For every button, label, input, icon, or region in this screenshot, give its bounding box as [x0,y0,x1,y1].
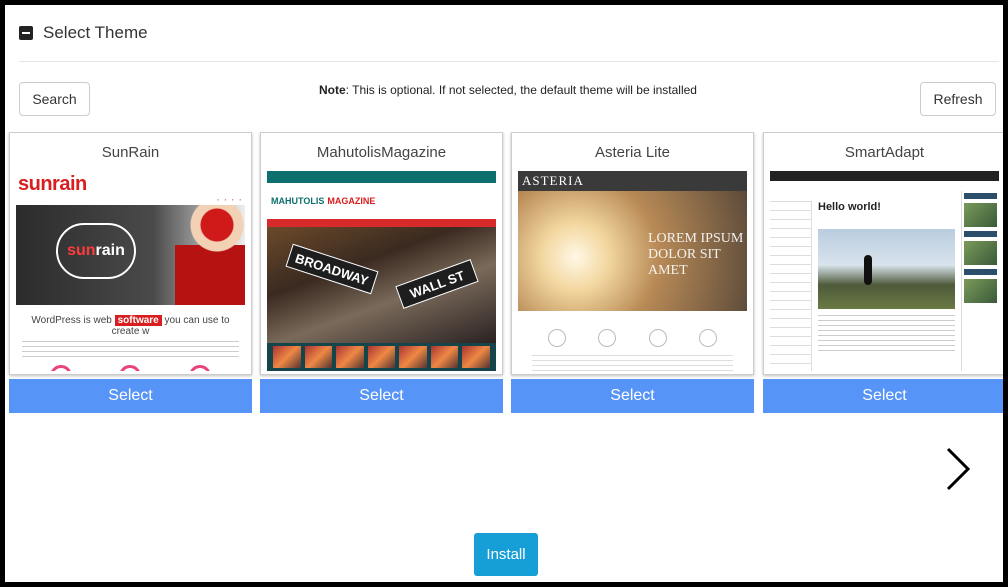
theme-panel: Select Theme Search Note: This is option… [5,5,1003,582]
note-label: Note [319,83,346,97]
panel-title: Select Theme [43,23,148,42]
select-button[interactable]: Select [9,379,252,413]
theme-thumbnail-mahutolismagazine[interactable]: MAHUTOLIS MAGAZINE BROADWAY WALL ST [267,171,496,371]
theme-carousel: SunRain sunrain ▪ ▪ ▪ ▪ sun rain WordPress i… [5,132,1003,417]
broadway-sign: BROADWAY [285,243,379,295]
collapse-icon[interactable] [19,26,33,40]
wallst-sign: WALL ST [395,259,479,309]
sunrain-hero-image: sun rain [16,205,245,305]
select-button[interactable]: Select [260,379,503,413]
theme-name: MahutolisMagazine [316,143,447,161]
asteria-hero-image: LOREM IPSUM DOLOR SIT AMET [518,191,747,311]
note-text: : This is optional. If not selected, the… [345,83,697,97]
panel-header: Select Theme [19,19,148,47]
magazine-logo: MAHUTOLIS MAGAZINE [271,196,376,206]
tagline-highlight: software [114,315,162,326]
theme-card-smartadapt[interactable]: SmartAdapt Hello world! Select [763,132,1003,413]
asteria-logo: ASTERIA [518,171,747,191]
sunrain-tagline: WordPress is web software you can use to… [16,305,245,337]
chevron-right-icon[interactable] [940,445,976,493]
sunrain-cloud-logo: sun rain [56,223,136,279]
sunrain-hero-figure [175,205,245,305]
magazine-hero-image: BROADWAY WALL ST [267,227,496,343]
header-divider [19,61,999,62]
theme-thumbnail-sunrain[interactable]: sunrain ▪ ▪ ▪ ▪ sun rain WordPress is web so… [16,171,245,371]
theme-card-box: SmartAdapt Hello world! [763,132,1003,375]
select-button[interactable]: Select [763,379,1003,413]
smartadapt-hero-image [818,229,955,309]
theme-card-asteria-lite[interactable]: Asteria Lite ASTERIA LOREM IPSUM DOLOR S… [511,132,754,413]
theme-card-box: MahutolisMagazine MAHUTOLIS MAGAZINE BROA… [260,132,503,375]
tagline-pre: WordPress is web [31,315,112,326]
asteria-hero-text: LOREM IPSUM DOLOR SIT AMET [648,231,744,278]
sunrain-logo: sunrain [18,172,87,195]
theme-card-mahutolismagazine[interactable]: MahutolisMagazine MAHUTOLIS MAGAZINE BROA… [260,132,503,413]
optional-note: Note: This is optional. If not selected,… [5,83,1003,97]
theme-thumbnail-smartadapt[interactable]: Hello world! [770,171,999,371]
theme-name: Asteria Lite [594,143,671,161]
install-button[interactable]: Install [474,533,538,576]
smartadapt-post-title: Hello world! [818,201,881,213]
refresh-button[interactable]: Refresh [920,82,996,116]
theme-card-box: Asteria Lite ASTERIA LOREM IPSUM DOLOR S… [511,132,754,375]
theme-card-box: SunRain sunrain ▪ ▪ ▪ ▪ sun rain WordPress i… [9,132,252,375]
theme-thumbnail-asteria-lite[interactable]: ASTERIA LOREM IPSUM DOLOR SIT AMET [518,171,747,371]
theme-card-sunrain[interactable]: SunRain sunrain ▪ ▪ ▪ ▪ sun rain WordPress i… [9,132,252,413]
theme-name: SunRain [101,143,160,161]
select-button[interactable]: Select [511,379,754,413]
theme-name: SmartAdapt [844,143,925,161]
